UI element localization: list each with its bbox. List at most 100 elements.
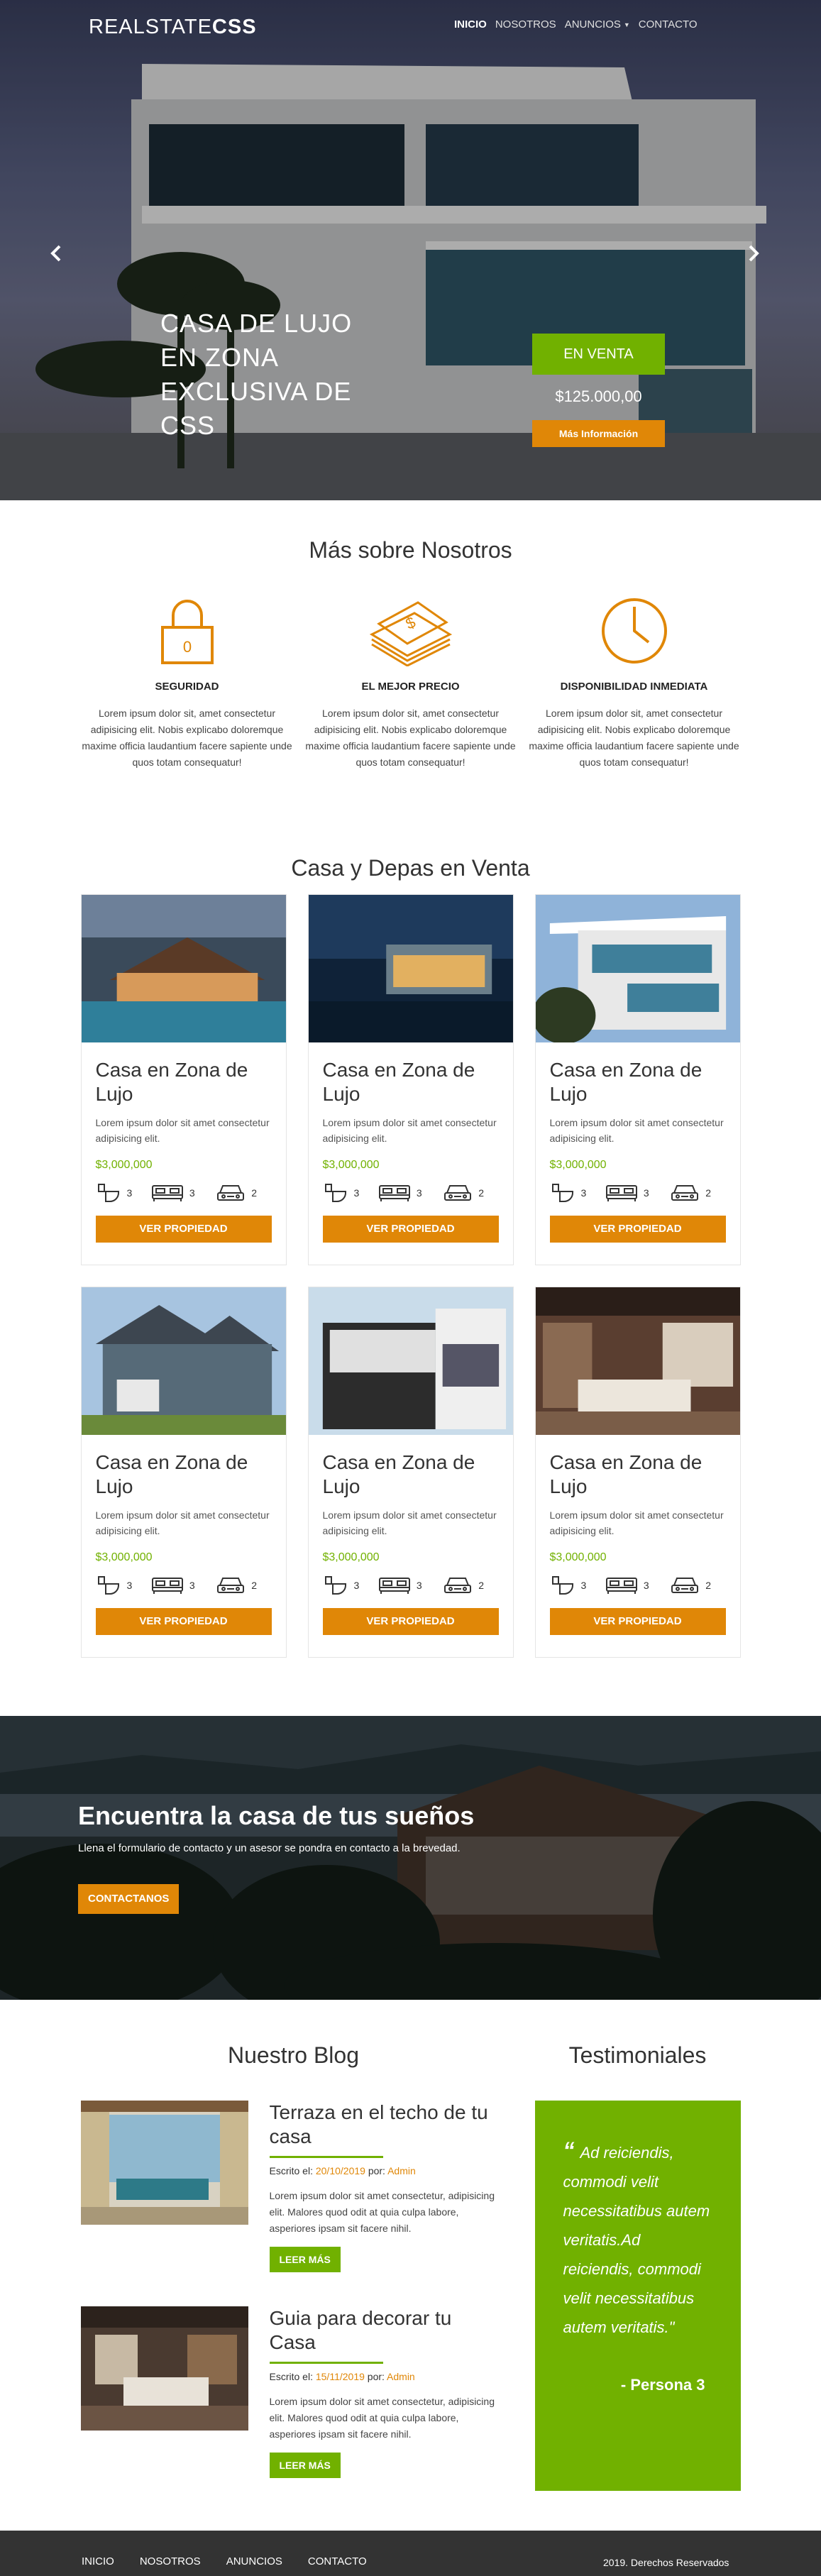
nav-item-anuncios[interactable]: ANUNCIOS ▼ — [565, 18, 630, 31]
nav-item-inicio[interactable]: INICIO — [454, 18, 487, 31]
property-title: Casa en Zona de Lujo — [322, 1059, 475, 1105]
status-badge: EN VENTA — [532, 334, 665, 375]
quote-icon: “ — [563, 2137, 575, 2163]
padlock-icon: 0 — [160, 600, 214, 664]
footer-nav-contacto[interactable]: CONTACTO — [308, 2555, 367, 2567]
nav-item-nosotros[interactable]: NOSOTROS — [495, 18, 556, 31]
car-icon — [216, 1575, 246, 1595]
property-description: Lorem ipsum dolor sit amet consectetur a… — [549, 1117, 724, 1144]
money-stack-icon: $ — [369, 601, 452, 666]
blog: Nuestro Blog Terraza en el techo de tu c… — [80, 2042, 507, 2531]
property-card: Casa en Zona de Lujo Lorem ipsum dolor si… — [307, 1287, 514, 1658]
view-property-button[interactable]: VER PROPIEDAD — [95, 1216, 272, 1243]
bedrooms-count: 3 — [416, 1187, 422, 1199]
bedrooms-count: 3 — [189, 1580, 195, 1591]
property-description: Lorem ipsum dolor sit amet consectetur a… — [95, 1509, 270, 1536]
hero-title: CASA DE LUJO EN ZONA EXCLUSIVA DE CSS — [160, 309, 353, 440]
contact-button[interactable]: CONTACTANOS — [78, 1884, 180, 1914]
bedrooms-count: 3 — [416, 1580, 422, 1591]
logo[interactable]: REALSTATECSS — [89, 16, 257, 39]
property-image[interactable] — [81, 1287, 286, 1435]
blog-post-image[interactable] — [80, 2306, 248, 2431]
property-card: Casa en Zona de Lujo Lorem ipsum dolor si… — [80, 894, 287, 1265]
site-footer: INICIO NOSOTROS ANUNCIOS CONTACTO 2019. … — [0, 2531, 821, 2576]
more-info-button[interactable]: Más Información — [532, 420, 665, 447]
parking-count: 2 — [478, 1187, 484, 1199]
parking-count: 2 — [251, 1580, 257, 1591]
parking-count: 2 — [478, 1580, 484, 1591]
view-property-button[interactable]: VER PROPIEDAD — [95, 1608, 272, 1635]
property-title: Casa en Zona de Lujo — [95, 1451, 248, 1497]
blog-post-image[interactable] — [80, 2101, 248, 2225]
view-property-button[interactable]: VER PROPIEDAD — [322, 1216, 499, 1243]
property-image[interactable] — [535, 895, 740, 1042]
property-price: $3,000,000 — [549, 1159, 607, 1171]
property-title: Casa en Zona de Lujo — [95, 1059, 248, 1105]
property-price: $3,000,000 — [95, 1551, 153, 1563]
hero-price-box: EN VENTA $125.000,00 Más Información — [532, 334, 665, 447]
cta-content: Encuentra la casa de tus sueños Llena el… — [78, 1801, 474, 1914]
testimonial-card: “Ad reiciendis, commodi velit necessitat… — [534, 2101, 741, 2491]
bed-icon — [378, 1183, 411, 1203]
property-features: 3 3 2 — [323, 1575, 499, 1595]
property-image[interactable] — [81, 895, 286, 1042]
blog-post-meta: Escrito el: 20/10/2019 por: Admin — [269, 2165, 416, 2176]
car-icon — [670, 1183, 700, 1203]
property-features: 3 3 2 — [96, 1183, 272, 1203]
property-image[interactable] — [308, 1287, 513, 1435]
listings-grid: Casa en Zona de Lujo Lorem ipsum dolor si… — [80, 894, 741, 1658]
blog-post-title[interactable]: Guia para decorar tu Casa — [270, 2306, 497, 2355]
bathrooms-count: 3 — [353, 1187, 360, 1199]
bed-icon — [605, 1183, 638, 1203]
hero-price: $125.000,00 — [555, 387, 642, 405]
cta-title: Encuentra la casa de tus sueños — [78, 1801, 475, 1830]
feature-item: DISPONIBILIDAD INMEDIATA Lorem ipsum dol… — [528, 595, 741, 771]
listings-title: Casa y Depas en Venta — [291, 855, 530, 881]
svg-text:0: 0 — [182, 638, 191, 656]
property-description: Lorem ipsum dolor sit amet consectetur a… — [549, 1509, 724, 1536]
footer-nav-inicio[interactable]: INICIO — [82, 2555, 114, 2567]
caret-down-icon: ▼ — [623, 21, 630, 28]
bed-icon — [605, 1575, 638, 1595]
bed-icon — [151, 1575, 184, 1595]
property-image[interactable] — [535, 1287, 740, 1435]
property-card: Casa en Zona de Lujo Lorem ipsum dolor si… — [307, 894, 514, 1265]
blog-post: Guia para decorar tu Casa Escrito el: 15… — [80, 2306, 507, 2478]
toilet-icon — [323, 1183, 348, 1203]
property-features: 3 3 2 — [96, 1575, 272, 1595]
chevron-right-icon[interactable] — [747, 241, 760, 268]
view-property-button[interactable]: VER PROPIEDAD — [549, 1608, 726, 1635]
property-card: Casa en Zona de Lujo Lorem ipsum dolor si… — [534, 1287, 741, 1658]
listings-section: Casa y Depas en Venta Casa en Zona de Lu… — [0, 855, 821, 1658]
property-description: Lorem ipsum dolor sit amet consectetur a… — [322, 1117, 497, 1144]
property-image[interactable] — [308, 895, 513, 1042]
view-property-button[interactable]: VER PROPIEDAD — [322, 1608, 499, 1635]
features-list: 0 SEGURIDAD Lorem ipsum dolor sit, amet … — [81, 595, 741, 771]
footer-nav-nosotros[interactable]: NOSOTROS — [140, 2555, 201, 2567]
property-features: 3 3 2 — [550, 1183, 726, 1203]
property-card: Casa en Zona de Lujo Lorem ipsum dolor si… — [80, 1287, 287, 1658]
parking-count: 2 — [251, 1187, 257, 1199]
toilet-icon — [550, 1575, 575, 1595]
nav-item-contacto[interactable]: CONTACTO — [639, 18, 698, 31]
bathrooms-count: 3 — [580, 1187, 587, 1199]
blog-post-title[interactable]: Terraza en el techo de tu casa — [270, 2101, 497, 2149]
read-more-button[interactable]: LEER MÁS — [269, 2453, 341, 2478]
about-section: Más sobre Nosotros 0 SEGURIDAD Lorem ips… — [0, 500, 821, 855]
bedrooms-count: 3 — [189, 1187, 195, 1199]
bedrooms-count: 3 — [643, 1187, 649, 1199]
footer-nav-anuncios[interactable]: ANUNCIOS — [226, 2555, 282, 2567]
car-icon — [443, 1575, 473, 1595]
view-property-button[interactable]: VER PROPIEDAD — [549, 1216, 726, 1243]
hero-section: REALSTATECSS INICIO NOSOTROS ANUNCIOS ▼ C… — [0, 0, 821, 500]
read-more-button[interactable]: LEER MÁS — [269, 2247, 341, 2272]
bathrooms-count: 3 — [126, 1580, 133, 1591]
blog-post-meta: Escrito el: 15/11/2019 por: Admin — [269, 2371, 415, 2382]
toilet-icon — [96, 1575, 121, 1595]
main-nav: INICIO NOSOTROS ANUNCIOS ▼ CONTACTO — [454, 18, 706, 31]
property-price: $3,000,000 — [322, 1551, 380, 1563]
car-icon — [670, 1575, 700, 1595]
chevron-left-icon[interactable] — [50, 241, 62, 268]
toilet-icon — [550, 1183, 575, 1203]
blog-post-text: Lorem ipsum dolor sit amet consectetur, … — [269, 2396, 495, 2440]
